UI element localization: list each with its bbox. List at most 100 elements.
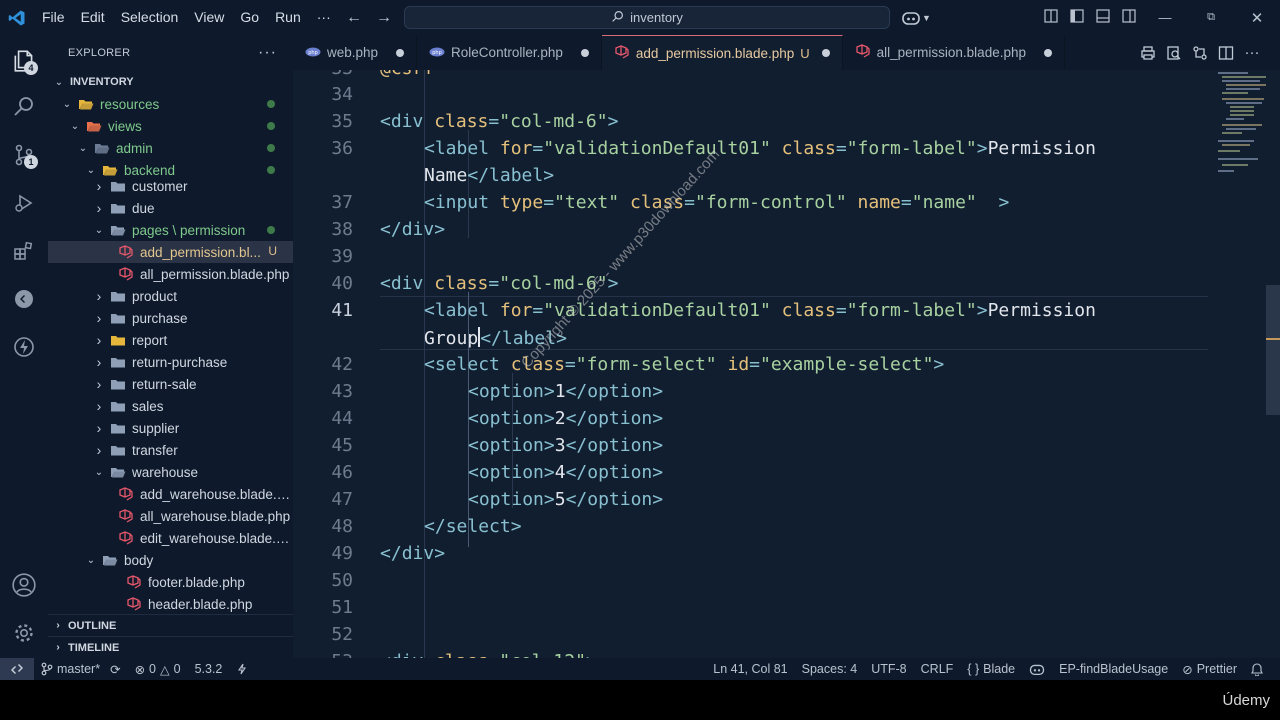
code-line[interactable]: </div> (380, 219, 445, 240)
more-actions-icon[interactable]: ··· (258, 44, 277, 62)
language-mode[interactable]: { } Blade (960, 662, 1022, 676)
minimize-icon[interactable]: — (1142, 10, 1188, 25)
code-line-wrapped[interactable]: Name</label> (424, 165, 554, 186)
php-version[interactable]: 5.3.2 (188, 662, 230, 676)
outline-section[interactable]: › OUTLINE (48, 614, 293, 636)
copilot-status-icon[interactable] (1022, 663, 1052, 676)
tree-folder-item[interactable]: › product (48, 285, 293, 307)
search-icon[interactable] (8, 90, 40, 122)
encoding[interactable]: UTF-8 (864, 662, 913, 676)
code-line[interactable]: </div> (380, 543, 445, 564)
tab-add-permission[interactable]: add_permission.blade.php U (601, 35, 843, 70)
more-actions-icon[interactable]: ··· (1244, 44, 1260, 61)
compare-changes-icon[interactable] (1192, 45, 1208, 61)
prettier-status[interactable]: ⊘ Prettier (1175, 662, 1244, 677)
code-line[interactable]: <label for="validationDefault01" class="… (424, 138, 1096, 159)
tree-root[interactable]: ⌄ INVENTORY (48, 71, 293, 93)
remote-indicator[interactable] (0, 658, 34, 680)
menu-run[interactable]: Run (267, 0, 309, 35)
menu-more[interactable]: ··· (309, 0, 339, 35)
branch-indicator[interactable]: master* ⟳ (34, 662, 128, 677)
print-icon[interactable] (1140, 45, 1156, 61)
menu-go[interactable]: Go (232, 0, 267, 35)
tree-folder-item[interactable]: ⌄ resources (48, 93, 293, 115)
menu-view[interactable]: View (186, 0, 232, 35)
panel-icon[interactable] (1090, 9, 1116, 26)
cursor-position[interactable]: Ln 41, Col 81 (706, 662, 794, 676)
tree-file-item[interactable]: footer.blade.php (48, 571, 293, 593)
tree-folder-item[interactable]: › report (48, 329, 293, 351)
restore-icon[interactable]: ⧉ (1188, 11, 1234, 24)
chevron-right-icon: › (56, 620, 60, 631)
code-line[interactable]: <label for="validationDefault01" class="… (424, 300, 1096, 321)
code-line[interactable]: <option>5</option> (468, 489, 663, 510)
code-line[interactable]: <div class="col-12"> (380, 651, 597, 658)
tree-folder-item[interactable]: ⌄ pages \ permission (48, 219, 293, 241)
remote-explorer-icon[interactable] (8, 283, 40, 315)
tree-folder-item[interactable]: › return-sale (48, 373, 293, 395)
run-debug-icon[interactable] (8, 187, 40, 219)
code-line[interactable]: <div class="col-md-6"> (380, 111, 618, 132)
tree-folder-item[interactable]: ⌄ body (48, 549, 293, 571)
tree-item-label: supplier (132, 420, 180, 436)
secondary-sidebar-icon[interactable] (1116, 9, 1142, 26)
settings-gear-icon[interactable] (8, 617, 40, 649)
minimap[interactable] (1214, 70, 1274, 180)
code-editor[interactable]: 33 @csrf 34 35 <div class="col-md-6"> 36 <labe… (293, 70, 1280, 658)
line-ending[interactable]: CRLF (914, 662, 961, 676)
scrollbar-thumb[interactable] (1266, 285, 1280, 415)
tree-folder-item[interactable]: › due (48, 197, 293, 219)
extension-status[interactable]: EP-findBladeUsage (1052, 662, 1175, 676)
indentation[interactable]: Spaces: 4 (795, 662, 865, 676)
code-line[interactable]: <option>1</option> (468, 381, 663, 402)
tree-folder-item[interactable]: ⌄ views (48, 115, 293, 137)
sidebar-icon[interactable] (1064, 9, 1090, 26)
layout-toggle-icon[interactable] (1038, 9, 1064, 26)
code-line[interactable]: @csrf (380, 70, 434, 79)
code-line[interactable]: <option>4</option> (468, 462, 663, 483)
problems-indicator[interactable]: ⊗ 0 △ 0 (128, 662, 188, 677)
menu-edit[interactable]: Edit (73, 0, 113, 35)
split-editor-icon[interactable] (1218, 45, 1234, 61)
code-line[interactable]: </select> (424, 516, 522, 537)
tree-folder-item[interactable]: › purchase (48, 307, 293, 329)
forward-arrow-icon[interactable]: → (376, 9, 392, 27)
tree-folder-item[interactable]: › customer (48, 175, 293, 197)
account-icon[interactable] (8, 569, 40, 601)
tree-file-item[interactable]: all_warehouse.blade.php (48, 505, 293, 527)
tree-file-item[interactable]: add_warehouse.blade.p... (48, 483, 293, 505)
tree-folder-item[interactable]: ⌄ admin (48, 137, 293, 159)
timeline-section[interactable]: › TIMELINE (48, 636, 293, 658)
tree-folder-item[interactable]: › transfer (48, 439, 293, 461)
tree-folder-item[interactable]: › supplier (48, 417, 293, 439)
menu-selection[interactable]: Selection (113, 0, 187, 35)
code-line[interactable]: <select class="form-select" id="example-… (424, 354, 944, 375)
extensions-icon[interactable] (8, 235, 40, 267)
tree-folder-item[interactable]: › return-purchase (48, 351, 293, 373)
tree-folder-item[interactable]: ⌄ warehouse (48, 461, 293, 483)
tab-web-php[interactable]: php web.php (293, 35, 418, 70)
code-line[interactable]: <option>3</option> (468, 435, 663, 456)
notifications-bell-icon[interactable] (1244, 662, 1270, 676)
thunder-client-icon[interactable] (8, 331, 40, 363)
tab-all-permission[interactable]: all_permission.blade.php (843, 35, 1065, 70)
command-center[interactable]: inventory (404, 6, 890, 29)
close-icon[interactable]: ✕ (1234, 9, 1280, 27)
find-in-file-icon[interactable] (1166, 45, 1182, 61)
tree-file-item[interactable]: header.blade.php (48, 593, 293, 615)
tab-rolecontroller-php[interactable]: php RoleController.php (417, 35, 602, 70)
tree-file-item[interactable]: edit_warehouse.blade.p... (48, 527, 293, 549)
explorer-icon[interactable]: 4 (8, 45, 40, 77)
tree-file-item[interactable]: all_permission.blade.php (48, 263, 293, 285)
menu-file[interactable]: File (34, 0, 73, 35)
tree-folder-item[interactable]: › sales (48, 395, 293, 417)
copilot-button[interactable]: ▼ (902, 0, 931, 35)
live-share-icon[interactable] (229, 663, 255, 675)
sync-icon[interactable]: ⟳ (110, 662, 120, 677)
source-control-icon[interactable]: 1 (8, 139, 40, 171)
git-status-dot (267, 166, 275, 174)
tree-file-item[interactable]: add_permission.bl... U (48, 241, 293, 263)
code-line[interactable]: <option>2</option> (468, 408, 663, 429)
back-arrow-icon[interactable]: ← (346, 9, 362, 27)
code-line[interactable]: <input type="text" class="form-control" … (424, 192, 1009, 213)
